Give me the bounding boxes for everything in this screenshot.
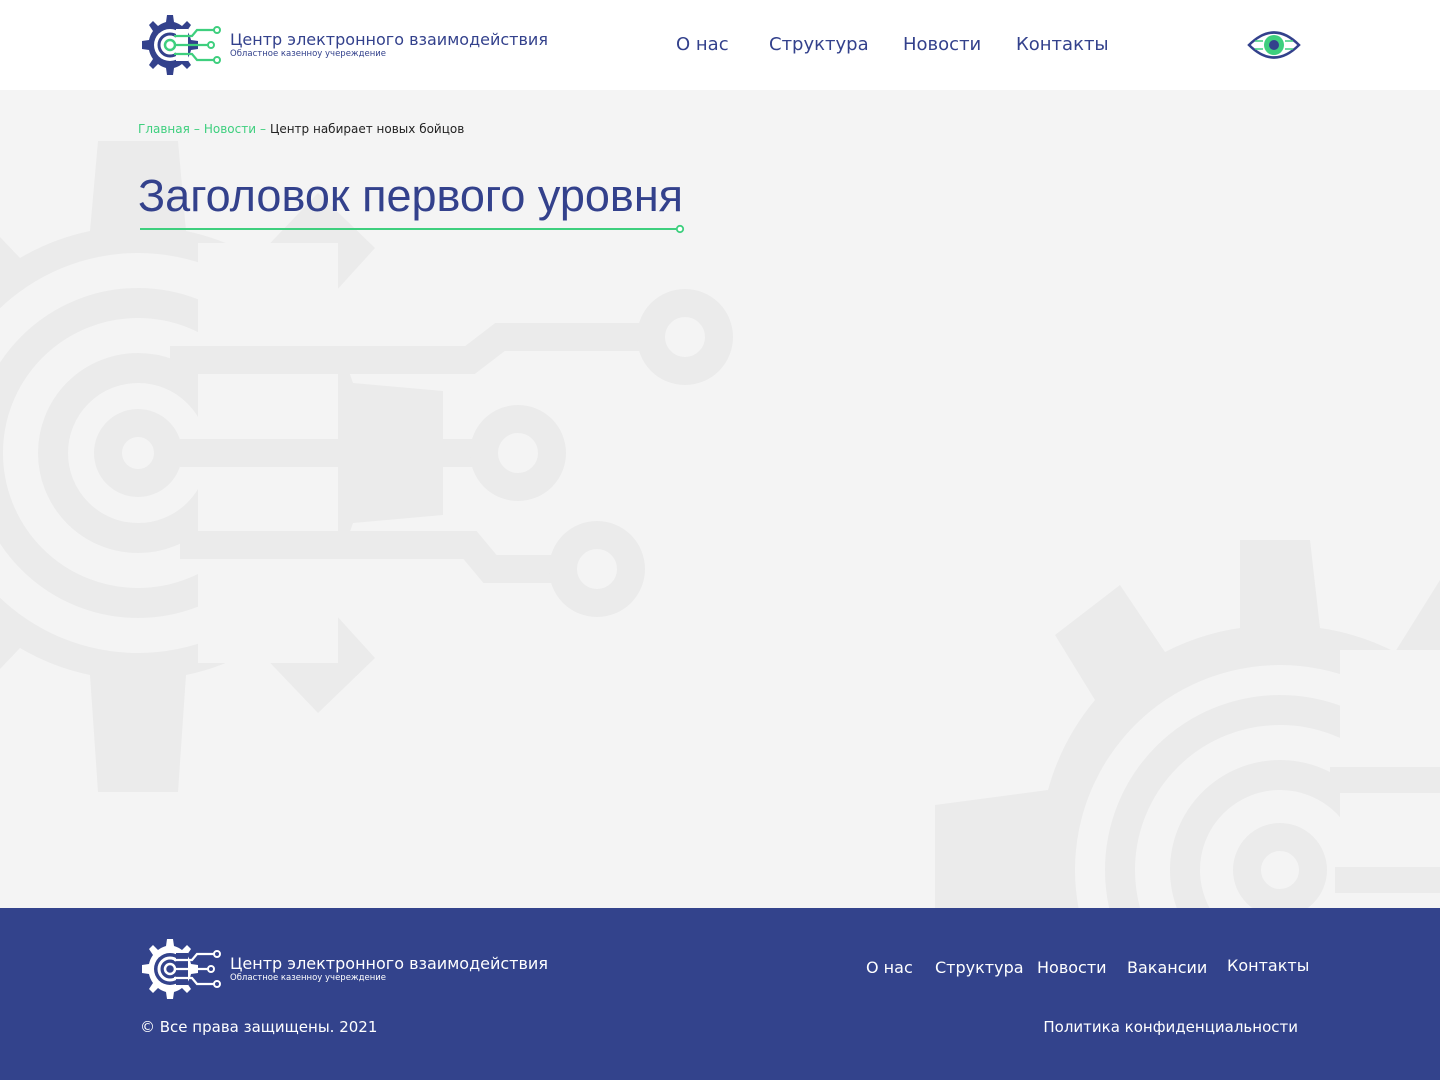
site-footer: Центр электронного взаимодействия Област… [0, 908, 1440, 1080]
gear-circuit-logo-icon [142, 15, 221, 75]
footer-nav-structure[interactable]: Структура [935, 958, 1024, 977]
nav-about[interactable]: О нас [676, 34, 729, 55]
footer-nav-about[interactable]: О нас [866, 958, 913, 977]
breadcrumb-separator: – [193, 122, 200, 136]
footer-nav-contacts[interactable]: Контакты [1227, 956, 1309, 975]
logo-subtitle: Областное казенноу учереждение [230, 48, 387, 59]
footer-logo-subtitle: Областное казенноу учереждение [230, 972, 387, 983]
site-header: Центр электронного взаимодействия Област… [0, 0, 1440, 90]
nav-news[interactable]: Новости [903, 34, 981, 55]
footer-nav-vacancies[interactable]: Вакансии [1127, 958, 1207, 977]
logo-title: Центр электронного взаимодействия [230, 29, 548, 49]
breadcrumb-news[interactable]: Новости [204, 122, 256, 136]
site-logo[interactable]: Центр электронного взаимодействия Област… [140, 14, 548, 76]
eye-icon[interactable] [1247, 30, 1301, 60]
footer-logo-title: Центр электронного взаимодействия [230, 953, 548, 973]
page-title: Заголовок первого уровня [138, 170, 684, 221]
breadcrumb-current: Центр набирает новых бойцов [270, 122, 465, 136]
copyright: © Все права защищены. 2021 [140, 1018, 378, 1036]
breadcrumb-separator: – [260, 122, 267, 136]
title-underline [140, 224, 685, 234]
nav-structure[interactable]: Структура [769, 34, 869, 55]
main-content: Главная – Новости – Центр набирает новых бой… [0, 90, 1440, 908]
footer-nav-news[interactable]: Новости [1037, 958, 1107, 977]
gear-circuit-logo-icon [142, 939, 221, 999]
footer-logo[interactable]: Центр электронного взаимодействия Област… [140, 938, 548, 1000]
breadcrumb: Главная – Новости – Центр набирает новых бой… [138, 122, 464, 136]
nav-contacts[interactable]: Контакты [1016, 34, 1109, 55]
privacy-policy-link[interactable]: Политика конфиденциальности [1043, 1018, 1298, 1036]
breadcrumb-home[interactable]: Главная [138, 122, 190, 136]
